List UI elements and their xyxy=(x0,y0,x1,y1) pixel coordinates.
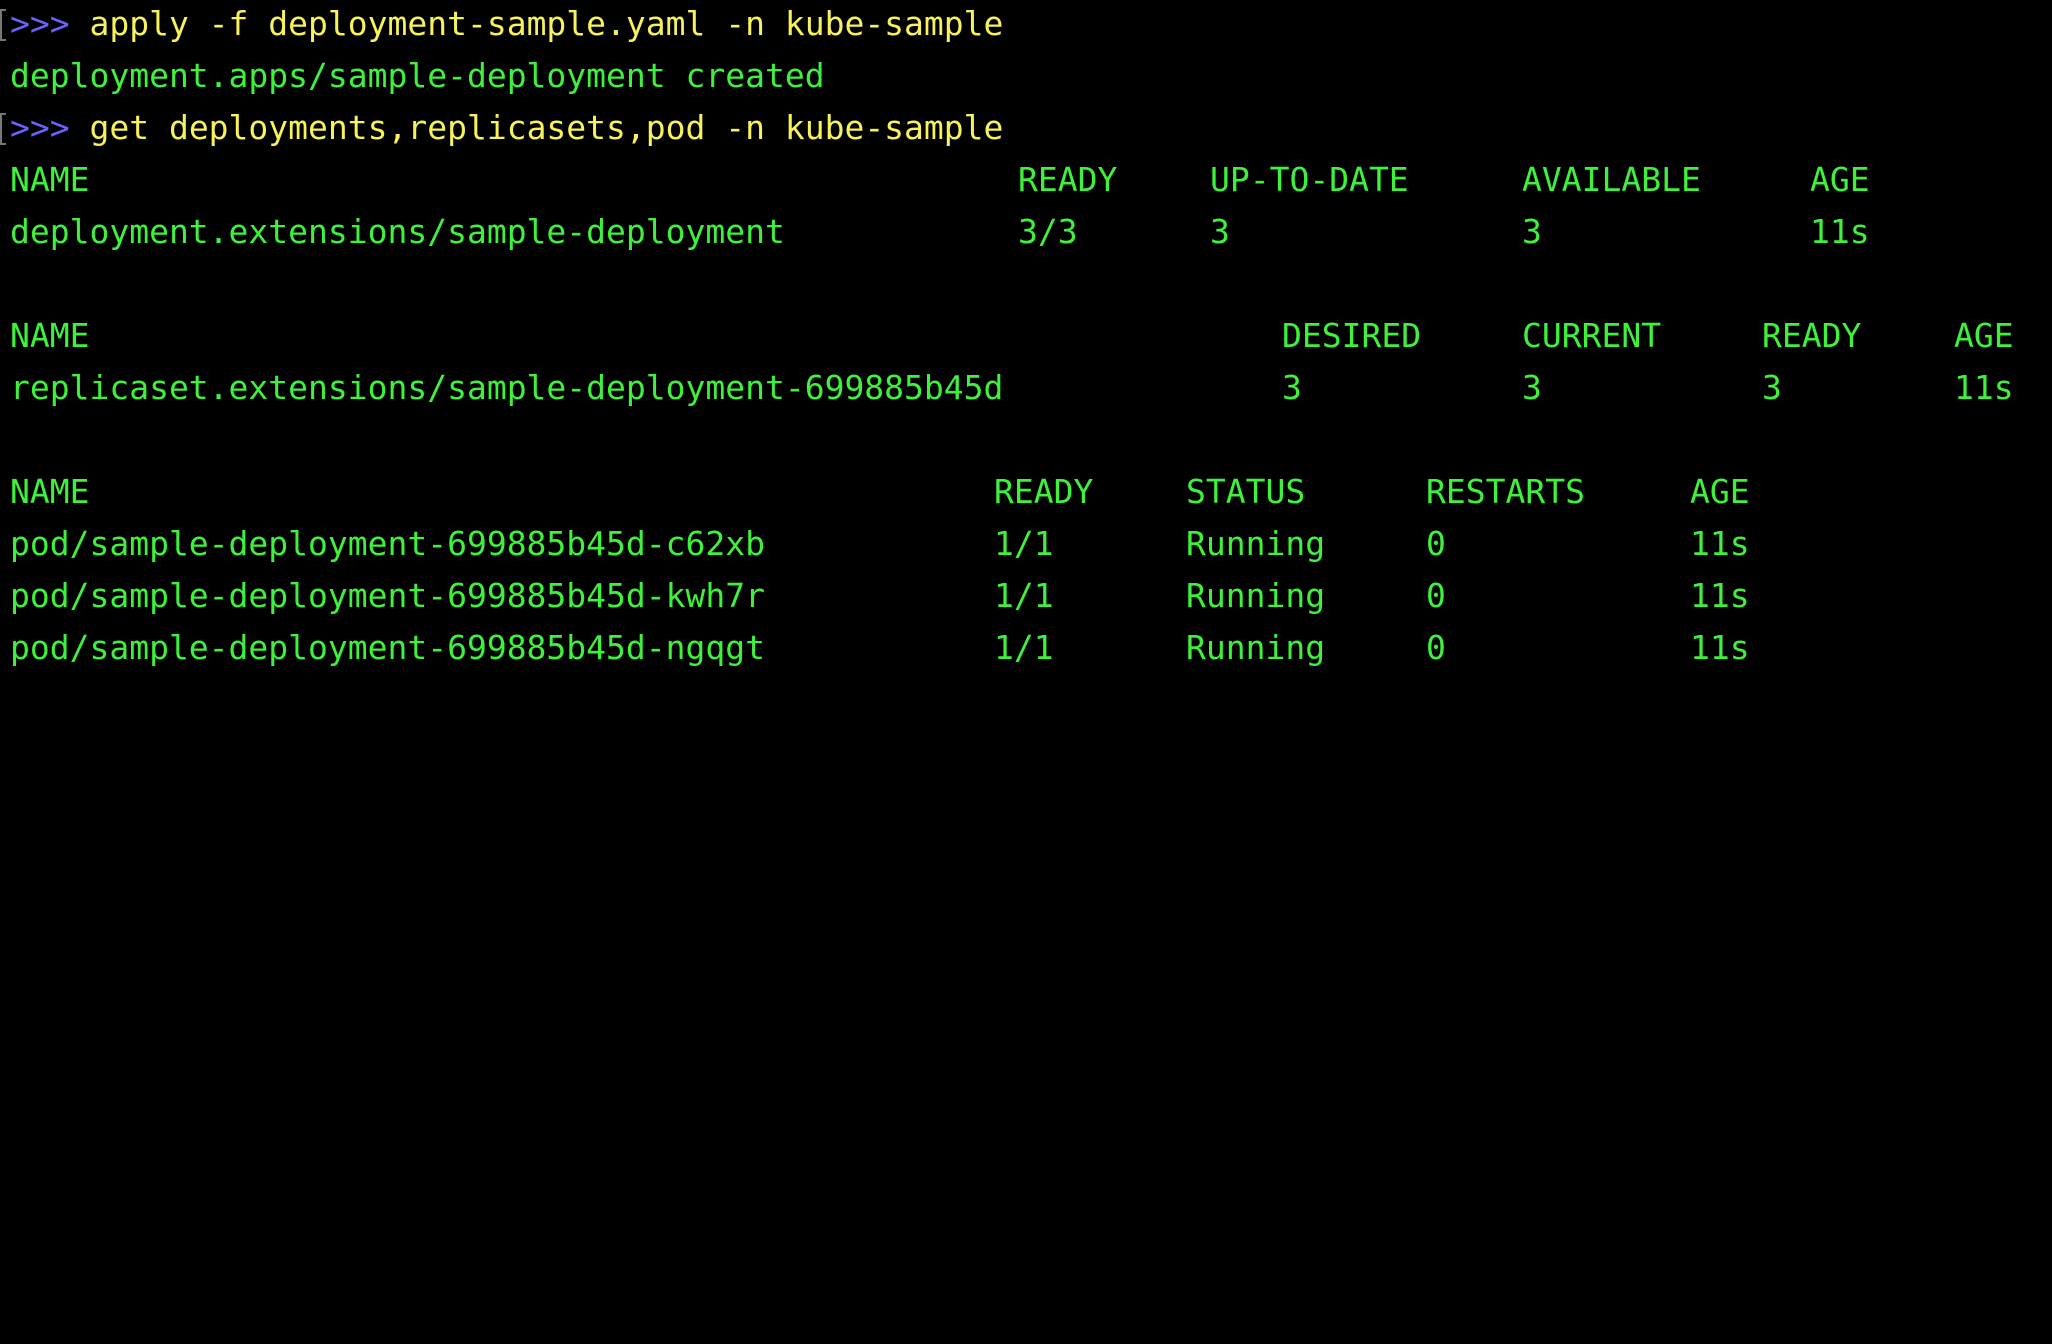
pod-name: pod/sample-deployment-699885b45d-kwh7r xyxy=(10,576,765,615)
command-output: deployment.apps/sample-deployment create… xyxy=(10,56,825,95)
table-row: pod/sample-deployment-699885b45d-c62xb 1… xyxy=(10,518,2050,570)
replicaset-name: replicaset.extensions/sample-deployment-… xyxy=(10,368,1004,407)
column-header-name: NAME xyxy=(10,160,90,199)
column-header-ready: READY xyxy=(1018,160,1118,199)
column-header-ready: READY xyxy=(1762,316,1862,355)
prompt: >>> xyxy=(10,108,70,147)
pod-age: 11s xyxy=(1690,628,1750,667)
line-marker-icon xyxy=(0,113,6,145)
deployment-name: deployment.extensions/sample-deployment xyxy=(10,212,785,251)
column-header-age: AGE xyxy=(1810,160,1870,199)
command-text: get deployments,replicasets,pod -n kube-… xyxy=(69,108,1004,147)
pod-ready: 1/1 xyxy=(994,524,1054,563)
pod-ready: 1/1 xyxy=(994,628,1054,667)
table-row: pod/sample-deployment-699885b45d-kwh7r 1… xyxy=(10,570,2050,622)
table-row: replicaset.extensions/sample-deployment-… xyxy=(10,362,2050,414)
column-header-desired: DESIRED xyxy=(1282,316,1422,355)
deployment-up-to-date: 3 xyxy=(1210,212,1230,251)
prompt: >>> xyxy=(10,4,70,43)
replicaset-desired: 3 xyxy=(1282,368,1302,407)
terminal-window[interactable]: >>> apply -f deployment-sample.yaml -n k… xyxy=(0,0,2052,672)
column-header-restarts: RESTARTS xyxy=(1426,472,1585,511)
column-header-name: NAME xyxy=(10,316,90,355)
column-header-name: NAME xyxy=(10,472,90,511)
line-marker-icon xyxy=(0,9,6,41)
command-line-get: >>> get deployments,replicasets,pod -n k… xyxy=(10,102,2050,154)
replicasets-header-row: NAME DESIRED CURRENT READY AGE xyxy=(10,310,2050,362)
pod-status: Running xyxy=(1186,576,1326,615)
column-header-status: STATUS xyxy=(1186,472,1306,511)
table-row: deployment.extensions/sample-deployment … xyxy=(10,206,2050,258)
pod-ready: 1/1 xyxy=(994,576,1054,615)
column-header-ready: READY xyxy=(994,472,1094,511)
column-header-current: CURRENT xyxy=(1522,316,1662,355)
deployment-ready: 3/3 xyxy=(1018,212,1078,251)
pod-restarts: 0 xyxy=(1426,576,1446,615)
pod-restarts: 0 xyxy=(1426,524,1446,563)
pod-name: pod/sample-deployment-699885b45d-ngqgt xyxy=(10,628,765,667)
pod-status: Running xyxy=(1186,524,1326,563)
pod-age: 11s xyxy=(1690,576,1750,615)
pods-header-row: NAME READY STATUS RESTARTS AGE xyxy=(10,466,2050,518)
pod-status: Running xyxy=(1186,628,1326,667)
deployment-age: 11s xyxy=(1810,212,1870,251)
command-line-apply: >>> apply -f deployment-sample.yaml -n k… xyxy=(10,0,2050,50)
column-header-age: AGE xyxy=(1690,472,1750,511)
table-row: pod/sample-deployment-699885b45d-ngqgt 1… xyxy=(10,622,2050,674)
pod-age: 11s xyxy=(1690,524,1750,563)
pod-name: pod/sample-deployment-699885b45d-c62xb xyxy=(10,524,765,563)
column-header-available: AVAILABLE xyxy=(1522,160,1701,199)
replicaset-age: 11s xyxy=(1954,368,2014,407)
replicaset-ready: 3 xyxy=(1762,368,1782,407)
command-text: apply -f deployment-sample.yaml -n kube-… xyxy=(69,4,1004,43)
replicaset-current: 3 xyxy=(1522,368,1542,407)
column-header-age: AGE xyxy=(1954,316,2014,355)
pod-restarts: 0 xyxy=(1426,628,1446,667)
deployments-header-row: NAME READY UP-TO-DATE AVAILABLE AGE xyxy=(10,154,2050,206)
deployment-available: 3 xyxy=(1522,212,1542,251)
column-header-up-to-date: UP-TO-DATE xyxy=(1210,160,1409,199)
